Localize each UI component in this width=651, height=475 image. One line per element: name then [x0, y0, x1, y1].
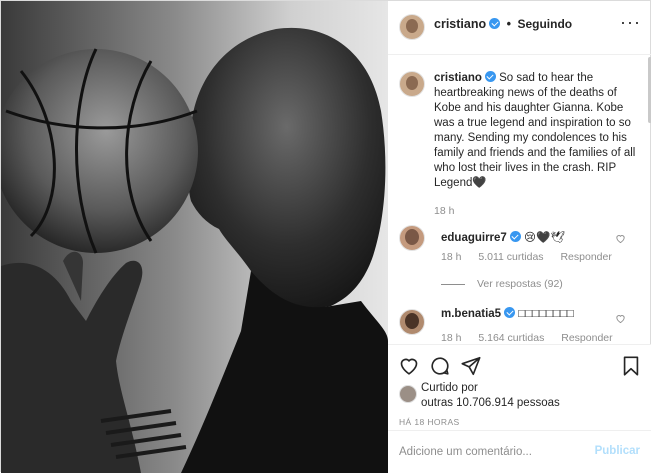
caption-text: So sad to hear the heartbreaking news of… — [434, 72, 636, 189]
verified-badge-icon — [504, 307, 516, 318]
comment-avatar[interactable] — [399, 309, 425, 335]
publish-button[interactable]: Publicar — [595, 445, 640, 457]
comment-text: □□□□□□□□ — [518, 308, 574, 320]
add-comment-bar: Publicar — [388, 430, 651, 475]
post-photo[interactable] — [1, 1, 388, 473]
comment-time[interactable]: 18 h — [441, 332, 461, 344]
paper-plane-icon[interactable] — [460, 355, 482, 377]
comment-row: m.benatia5 □□□□□□□□ — [441, 307, 574, 320]
post-actions: Curtido por outras 10.706.914 pessoas HÁ… — [388, 344, 651, 474]
caption-time[interactable]: 18 h — [434, 204, 640, 219]
verified-badge-icon — [509, 231, 521, 242]
caption-author-avatar[interactable] — [399, 71, 425, 97]
post-photo-image — [1, 1, 388, 473]
comment-likes[interactable]: 5.164 curtidas — [478, 332, 544, 344]
comments-area: cristiano So sad to hear the heartbreaki… — [388, 54, 651, 344]
comment-avatar[interactable] — [399, 225, 425, 251]
comment-meta: 18 h 5.164 curtidas Responder — [441, 332, 627, 344]
comment-time[interactable]: 18 h — [441, 251, 461, 263]
view-replies-label: Ver respostas (92) — [477, 278, 563, 290]
caption: cristiano So sad to hear the heartbreaki… — [434, 71, 640, 219]
post-side-panel: cristiano • Seguindo ··· cristiano So sa… — [388, 1, 651, 474]
caption-author[interactable]: cristiano — [434, 72, 482, 84]
replies-divider — [441, 283, 465, 285]
comment-likes[interactable]: 5.011 curtidas — [478, 251, 543, 263]
liker-avatar[interactable] — [399, 385, 417, 403]
comment-input[interactable] — [399, 446, 589, 458]
likes-summary: Curtido por outras 10.706.914 pessoas — [421, 381, 560, 411]
follow-status-button[interactable]: Seguindo — [517, 17, 572, 31]
bookmark-icon[interactable] — [620, 355, 642, 377]
author-username[interactable]: cristiano — [434, 17, 486, 31]
comment-author[interactable]: m.benatia5 — [441, 308, 501, 320]
author-line: cristiano • Seguindo — [434, 17, 572, 31]
post-modal: cristiano • Seguindo ··· cristiano So sa… — [0, 0, 651, 474]
comment-reply-button[interactable]: Responder — [560, 251, 611, 263]
comment-row: eduaguirre7 😢🖤🕊 — [441, 230, 565, 244]
comment-text: 😢🖤🕊 — [524, 232, 565, 244]
verified-badge-icon — [484, 71, 496, 82]
heart-outline-icon[interactable] — [398, 355, 420, 377]
comment-meta: 18 h 5.011 curtidas Responder — [441, 251, 626, 263]
liked-by-label: Curtido por — [421, 382, 478, 394]
post-header: cristiano • Seguindo ··· — [388, 1, 651, 55]
comment-like-heart-icon[interactable] — [615, 233, 626, 244]
post-timestamp[interactable]: HÁ 18 HORAS — [399, 417, 460, 427]
likes-count-link[interactable]: outras 10.706.914 pessoas — [421, 396, 560, 411]
comment-author[interactable]: eduaguirre7 — [441, 232, 507, 244]
author-avatar[interactable] — [399, 14, 425, 40]
more-options-icon[interactable]: ··· — [620, 13, 640, 31]
comment-icon[interactable] — [429, 355, 451, 377]
verified-badge-icon — [489, 18, 501, 29]
comment-reply-button[interactable]: Responder — [561, 332, 612, 344]
separator-dot: • — [506, 17, 511, 31]
comment-like-heart-icon[interactable] — [615, 313, 626, 324]
view-replies-button[interactable]: Ver respostas (92) — [441, 278, 563, 290]
